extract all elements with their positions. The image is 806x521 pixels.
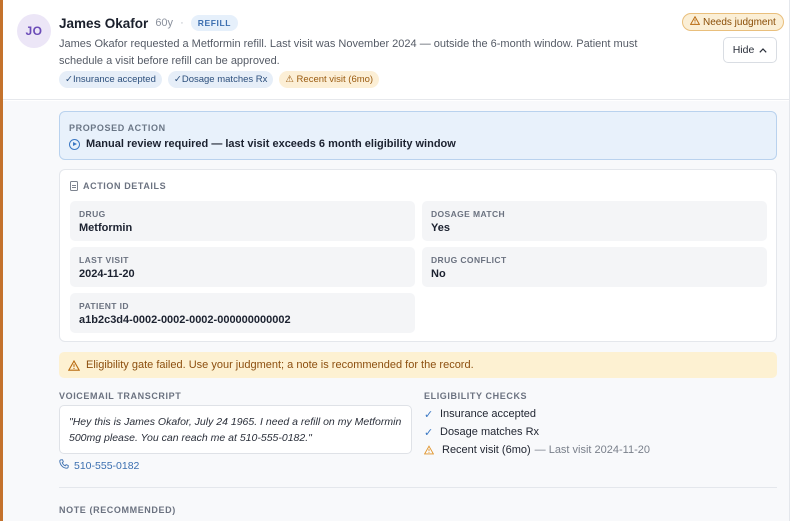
field-drug-conflict: DRUG CONFLICT No — [422, 247, 767, 287]
separator-dot: · — [180, 17, 184, 29]
proposed-action-box: PROPOSED ACTION Manual review required —… — [59, 111, 777, 160]
field-label: DOSAGE MATCH — [431, 209, 506, 219]
field-drug: DRUG Metformin — [70, 201, 415, 241]
check-icon: ✓ — [424, 408, 434, 421]
status-badge: Needs judgment — [682, 13, 784, 31]
request-type-badge: REFILL — [190, 15, 239, 31]
patient-name-row: James Okafor 60y · REFILL — [59, 15, 239, 31]
clipboard-icon — [70, 181, 78, 191]
chip-recent-visit: ⚠ Recent visit (6mo) — [279, 71, 380, 88]
action-details-header: ACTION DETAILS — [70, 181, 166, 191]
warning-triangle-icon — [68, 359, 80, 371]
eligibility-check-label: Recent visit (6mo) — [442, 444, 531, 456]
field-dosage-match: DOSAGE MATCH Yes — [422, 201, 767, 241]
hide-button[interactable]: Hide — [723, 37, 777, 63]
eligibility-check-label: Insurance accepted — [440, 408, 537, 420]
phone-number: 510-555-0182 — [74, 459, 140, 472]
eligibility-check-label: Dosage matches Rx — [440, 426, 540, 438]
field-value: Yes — [431, 222, 450, 234]
phone-link[interactable]: 510-555-0182 — [59, 459, 139, 472]
warning-triangle-icon — [689, 15, 701, 28]
note-label: NOTE (RECOMMENDED) — [59, 505, 176, 515]
action-details-panel: ACTION DETAILS DRUG Metformin DOSAGE MAT… — [59, 169, 777, 342]
eligibility-checks-label: ELIGIBILITY CHECKS — [424, 391, 528, 401]
eligibility-check-detail: — Last visit 2024-11-20 — [534, 444, 650, 456]
hide-button-label: Hide — [732, 44, 755, 56]
proposed-action-label: PROPOSED ACTION — [69, 123, 166, 133]
card-body: PROPOSED ACTION Manual review required —… — [3, 101, 789, 521]
patient-age: 60y — [155, 17, 174, 29]
status-badge-label: Needs judgment — [703, 16, 776, 28]
refill-request-card: JO James Okafor 60y · REFILL James Okafo… — [0, 0, 790, 521]
field-value: a1b2c3d4-0002-0002-0002-000000000002 — [79, 314, 291, 326]
field-patient-id: PATIENT ID a1b2c3d4-0002-0002-0002-00000… — [70, 293, 415, 333]
eligibility-warning-text: Eligibility gate failed. Use your judgme… — [86, 359, 474, 371]
check-icon: ✓ — [424, 426, 434, 439]
request-summary: James Okafor requested a Metformin refil… — [59, 38, 638, 67]
avatar: JO — [17, 14, 51, 48]
eligibility-warning-banner: Eligibility gate failed. Use your judgme… — [59, 352, 777, 378]
play-circle-icon — [69, 138, 80, 150]
field-value: Metformin — [79, 222, 133, 234]
patient-name: James Okafor — [59, 15, 149, 31]
proposed-action-row: Manual review required — last visit exce… — [69, 138, 456, 150]
section-divider — [59, 487, 777, 488]
field-last-visit: LAST VISIT 2024-11-20 — [70, 247, 415, 287]
field-value: 2024-11-20 — [79, 268, 135, 280]
field-label: DRUG CONFLICT — [431, 255, 507, 265]
eligibility-checks-list: ✓ Insurance accepted ✓ Dosage matches Rx… — [424, 405, 650, 459]
proposed-action-text: Manual review required — last visit exce… — [86, 138, 456, 150]
field-label: LAST VISIT — [79, 255, 129, 265]
card-header: JO James Okafor 60y · REFILL James Okafo… — [3, 0, 789, 100]
chevron-up-icon — [759, 44, 767, 56]
action-details-label: ACTION DETAILS — [83, 181, 167, 191]
phone-icon — [59, 459, 69, 472]
field-value: No — [431, 268, 446, 280]
warning-triangle-icon — [424, 445, 434, 455]
field-label: DRUG — [79, 209, 106, 219]
voicemail-transcript: "Hey this is James Okafor, July 24 1965.… — [59, 405, 412, 454]
eligibility-check-dosage: ✓ Dosage matches Rx — [424, 423, 650, 441]
chip-dosage: ✓Dosage matches Rx — [167, 71, 274, 88]
eligibility-check-recent-visit: Recent visit (6mo) — Last visit 2024-11-… — [424, 441, 650, 459]
eligibility-check-insurance: ✓ Insurance accepted — [424, 405, 650, 423]
chip-insurance: ✓Insurance accepted — [59, 71, 162, 88]
voicemail-label: VOICEMAIL TRANSCRIPT — [59, 391, 182, 401]
field-label: PATIENT ID — [79, 301, 129, 311]
check-chips: ✓Insurance accepted ✓Dosage matches Rx ⚠… — [59, 71, 380, 88]
